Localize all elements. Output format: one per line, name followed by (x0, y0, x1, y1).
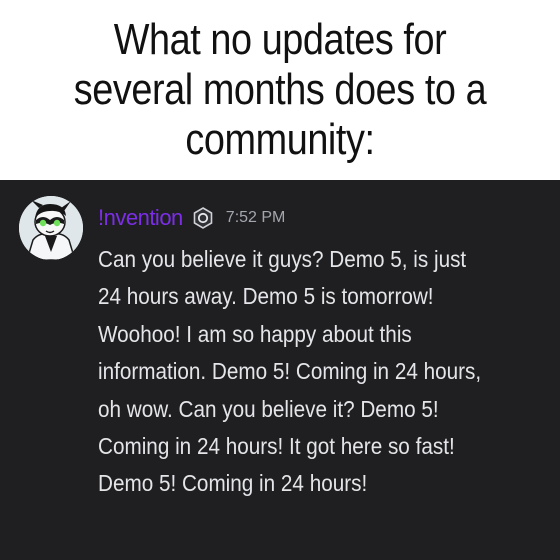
message-line: Coming in 24 hours! It got here so fast! (98, 433, 455, 460)
message-line: 24 hours away. Demo 5 is tomorrow! (98, 283, 434, 310)
character-avatar-icon (19, 196, 83, 260)
caption-line: community: (185, 115, 375, 164)
caption-line: several months does to a (73, 65, 487, 114)
message-line: Demo 5! Coming in 24 hours! (98, 470, 368, 497)
message-line: Can you believe it guys? Demo 5, is just (98, 246, 467, 272)
caption-text: What no updates for several months does … (56, 15, 503, 165)
meme-caption: What no updates for several months does … (0, 0, 560, 180)
caption-line: What no updates for (113, 15, 447, 64)
message-timestamp: 7:52 PM (225, 209, 286, 226)
message-content: Can you believe it guys? Demo 5, is just… (98, 241, 548, 503)
message-line: information. Demo 5! Coming in 24 hours, (98, 358, 482, 385)
message-header: !nvention 7:52 PM (98, 204, 285, 232)
server-tag-badge-icon[interactable] (192, 207, 214, 229)
chat-message-panel: !nvention 7:52 PM Can you believe it guy… (0, 180, 560, 560)
message-line: oh wow. Can you believe it? Demo 5! (98, 395, 439, 422)
message-line: Woohoo! I am so happy about this (98, 320, 412, 347)
username[interactable]: !nvention (98, 205, 183, 231)
avatar[interactable] (19, 196, 83, 260)
